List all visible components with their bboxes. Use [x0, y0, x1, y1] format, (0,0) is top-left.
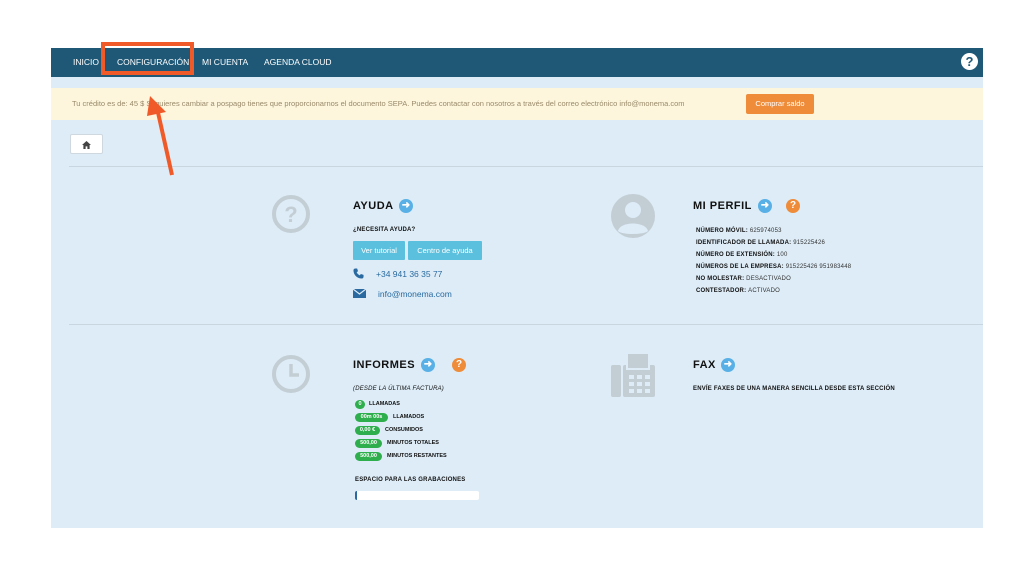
annotation-arrow-icon [147, 96, 174, 176]
